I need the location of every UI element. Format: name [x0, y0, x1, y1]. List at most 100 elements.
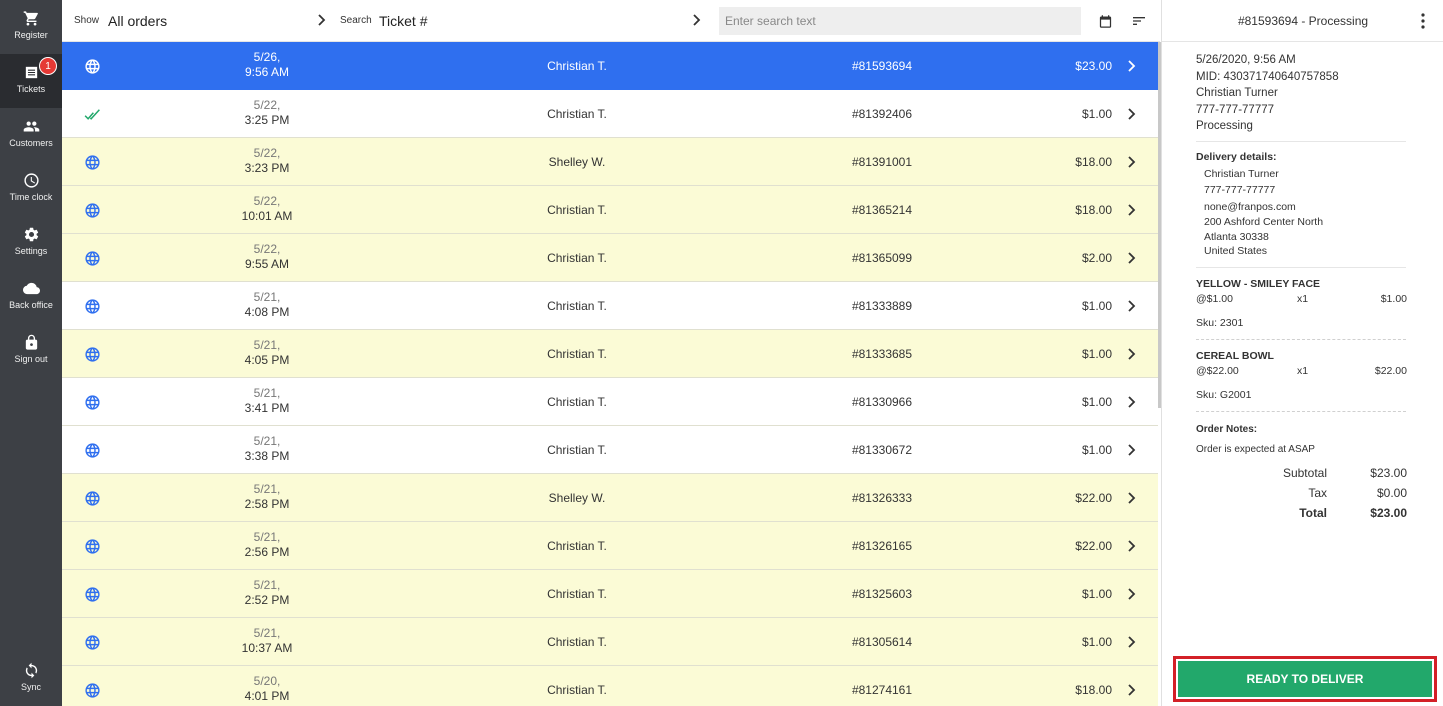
order-date-time: 3:38 PM: [244, 449, 290, 463]
show-filter-value[interactable]: All orders: [108, 13, 167, 29]
item-unit-price: @$22.00: [1196, 365, 1239, 377]
order-row[interactable]: 5/21, 3:41 PM Christian T. #81330966 $1.00: [62, 378, 1158, 426]
delivery-street: 200 Ashford Center North: [1204, 215, 1324, 228]
search-field-chevron-icon[interactable]: [691, 12, 703, 28]
customers-icon: [22, 117, 40, 135]
tax-value: $0.00: [1376, 486, 1407, 500]
chevron-right-icon[interactable]: [1126, 394, 1138, 410]
total-label: Total: [1299, 506, 1327, 520]
chevron-right-icon[interactable]: [1126, 442, 1138, 458]
chevron-right-icon[interactable]: [1126, 202, 1138, 218]
order-row[interactable]: 5/21, 4:08 PM Christian T. #81333889 $1.00: [62, 282, 1158, 330]
order-customer: Christian T.: [547, 683, 607, 697]
order-notes-heading: Order Notes:: [1196, 424, 1258, 435]
order-row[interactable]: 5/22, 3:23 PM Shelley W. #81391001 $18.00: [62, 138, 1158, 186]
nav-settings[interactable]: Settings: [0, 216, 62, 270]
order-amount: $1.00: [1081, 395, 1112, 409]
order-amount: $1.00: [1081, 299, 1112, 313]
chevron-right-icon[interactable]: [1126, 634, 1138, 650]
order-date-day: 5/21,: [253, 482, 281, 496]
chevron-right-icon[interactable]: [1126, 490, 1138, 506]
order-customer: Christian T.: [547, 587, 607, 601]
order-date: 5/21, 3:41 PM: [212, 386, 322, 416]
tickets-icon: [22, 63, 40, 81]
nav-customers-label: Customers: [9, 138, 53, 148]
search-label: Search: [340, 15, 372, 26]
show-label: Show: [74, 15, 100, 26]
order-customer: Shelley W.: [548, 155, 606, 169]
order-row[interactable]: 5/22, 10:01 AM Christian T. #81365214 $18.00: [62, 186, 1158, 234]
chevron-right-icon[interactable]: [1126, 250, 1138, 266]
calendar-icon[interactable]: [1096, 12, 1114, 30]
order-row[interactable]: 5/21, 2:56 PM Christian T. #81326165 $22.00: [62, 522, 1158, 570]
nav-register[interactable]: Register: [0, 0, 62, 54]
order-date-day: 5/20,: [253, 674, 281, 688]
chevron-right-icon[interactable]: [1126, 682, 1138, 698]
order-row[interactable]: 5/21, 2:52 PM Christian T. #81325603 $1.00: [62, 570, 1158, 618]
order-notes-text: Order is expected at ASAP: [1196, 444, 1315, 455]
nav-time-clock[interactable]: Time clock: [0, 162, 62, 216]
order-customer: Christian T.: [547, 203, 607, 217]
nav-back-office-label: Back office: [9, 300, 53, 310]
chevron-right-icon[interactable]: [1126, 538, 1138, 554]
order-row[interactable]: 5/21, 4:05 PM Christian T. #81333685 $1.00: [62, 330, 1158, 378]
delivery-heading: Delivery details:: [1196, 151, 1277, 163]
order-ticket-number: #81333685: [851, 347, 913, 361]
order-date-day: 5/21,: [253, 626, 281, 640]
order-date-time: 10:37 AM: [241, 641, 293, 655]
ready-to-deliver-button[interactable]: READY TO DELIVER: [1178, 661, 1432, 697]
show-filter-chevron-icon[interactable]: [316, 12, 328, 28]
order-date-time: 4:05 PM: [244, 353, 290, 367]
order-detail-panel: #81593694 - Processing 5/26/2020, 9:56 A…: [1161, 0, 1443, 706]
item-total: $1.00: [1380, 293, 1407, 305]
nav-sync[interactable]: Sync: [0, 652, 62, 706]
order-customer: Christian T.: [547, 443, 607, 457]
order-customer: Christian T.: [547, 299, 607, 313]
chevron-right-icon[interactable]: [1126, 346, 1138, 362]
order-date-day: 5/22,: [253, 98, 281, 112]
delivery-name: Christian Turner: [1204, 168, 1279, 180]
order-amount: $1.00: [1081, 347, 1112, 361]
order-row[interactable]: 5/22, 9:55 AM Christian T. #81365099 $2.00: [62, 234, 1158, 282]
globe-icon: [84, 394, 101, 411]
order-row[interactable]: 5/22, 3:25 PM Christian T. #81392406 $1.00: [62, 90, 1158, 138]
tax-label: Tax: [1308, 486, 1327, 500]
order-row[interactable]: 5/20, 4:01 PM Christian T. #81274161 $18.00: [62, 666, 1158, 706]
order-customer: Christian T.: [547, 107, 607, 121]
chevron-right-icon[interactable]: [1126, 106, 1138, 122]
order-mid: MID: 430371740640757858: [1196, 70, 1339, 83]
ready-to-deliver-highlight: READY TO DELIVER: [1173, 656, 1437, 702]
order-row[interactable]: 5/21, 3:38 PM Christian T. #81330672 $1.00: [62, 426, 1158, 474]
order-amount: $18.00: [1075, 683, 1112, 697]
divider: [1196, 267, 1406, 268]
globe-icon: [84, 154, 101, 171]
item-total: $22.00: [1374, 365, 1407, 377]
nav-time-clock-label: Time clock: [9, 192, 53, 202]
globe-icon: [84, 586, 101, 603]
tickets-count-badge: 1: [39, 57, 57, 75]
search-field-selector[interactable]: Ticket #: [379, 13, 428, 29]
order-ticket-number: #81274161: [851, 683, 913, 697]
nav-sign-out[interactable]: Sign out: [0, 324, 62, 378]
nav-customers[interactable]: Customers: [0, 108, 62, 162]
chevron-right-icon[interactable]: [1126, 298, 1138, 314]
chevron-right-icon[interactable]: [1126, 58, 1138, 74]
order-date: 5/22, 9:55 AM: [212, 242, 322, 272]
order-date: 5/21, 3:38 PM: [212, 434, 322, 464]
more-options-icon[interactable]: [1418, 12, 1428, 30]
search-input[interactable]: [719, 7, 1081, 35]
order-row[interactable]: 5/21, 10:37 AM Christian T. #81305614 $1.00: [62, 618, 1158, 666]
order-date-time: 3:25 PM: [244, 113, 290, 127]
item-unit-price: @$1.00: [1196, 293, 1233, 305]
chevron-right-icon[interactable]: [1126, 586, 1138, 602]
chevron-right-icon[interactable]: [1126, 154, 1138, 170]
order-row[interactable]: 5/26, 9:56 AM Christian T. #81593694 $23.00: [62, 42, 1158, 90]
globe-icon: [84, 682, 101, 699]
sort-icon[interactable]: [1130, 12, 1148, 30]
order-ticket-number: #81593694: [851, 59, 913, 73]
lock-icon: [22, 333, 40, 351]
order-row[interactable]: 5/21, 2:58 PM Shelley W. #81326333 $22.00: [62, 474, 1158, 522]
order-customer: Christian T.: [547, 347, 607, 361]
order-amount: $1.00: [1081, 107, 1112, 121]
nav-back-office[interactable]: Back office: [0, 270, 62, 324]
